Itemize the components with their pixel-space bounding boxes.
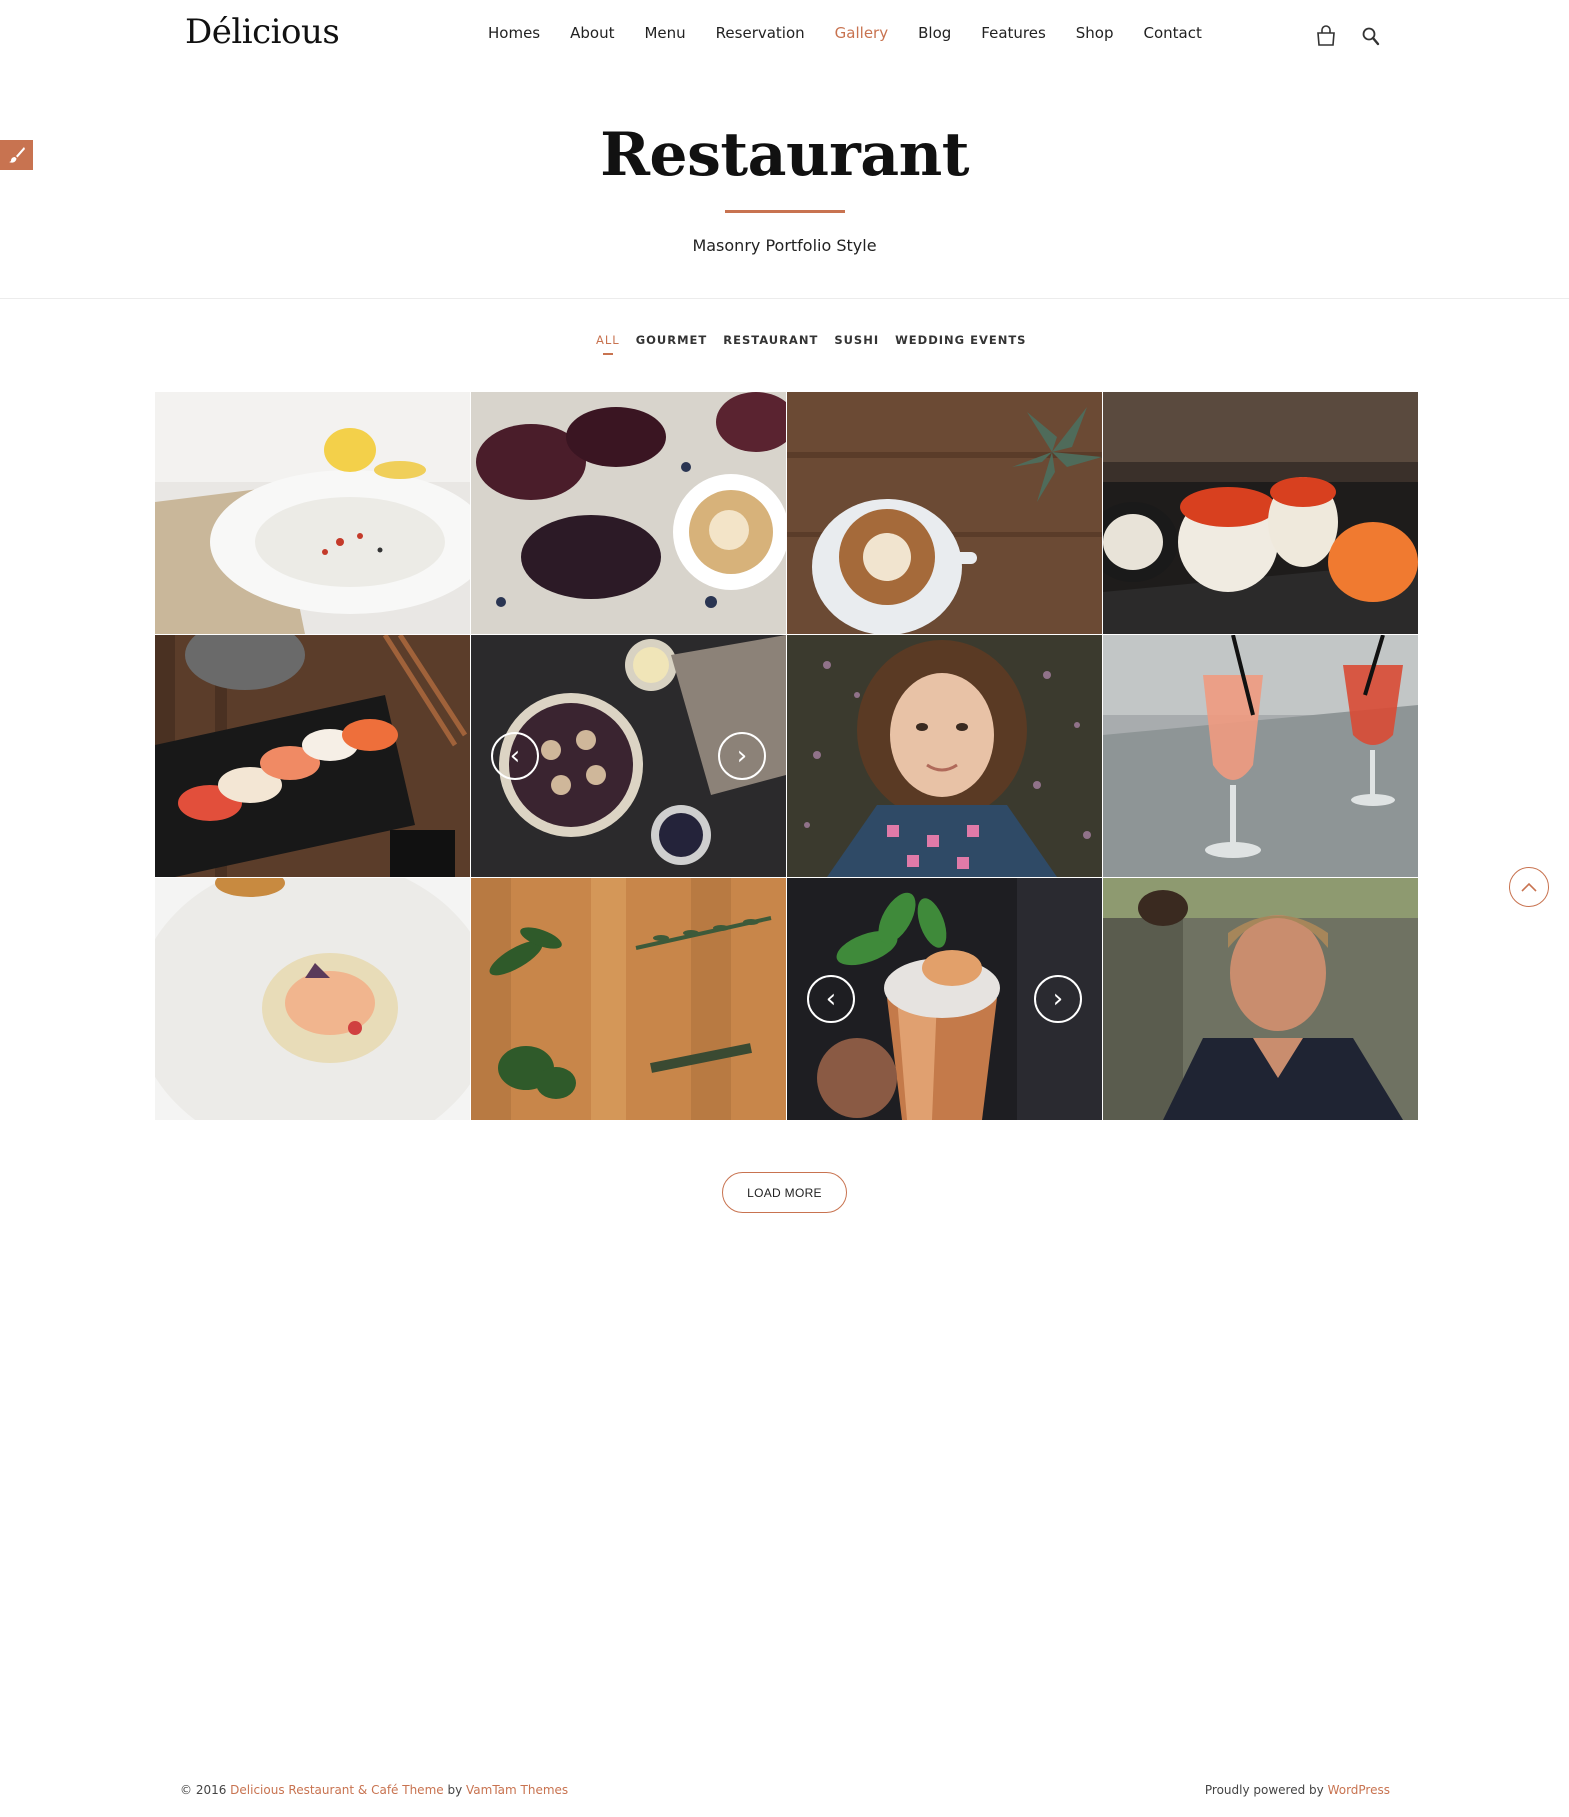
filter-all[interactable]: ALL	[596, 333, 620, 355]
gallery-item-girl-portrait[interactable]	[787, 635, 1102, 877]
gallery-item-latte-art[interactable]	[787, 392, 1102, 634]
chevron-up-icon	[1521, 882, 1537, 892]
filter-restaurant[interactable]: RESTAURANT	[723, 333, 818, 347]
gallery-item-fresh-herbs[interactable]	[471, 878, 786, 1120]
nav-item-menu[interactable]: Menu	[644, 24, 685, 42]
berry-toast-image	[471, 392, 786, 634]
portfolio-filters: ALL GOURMET RESTAURANT SUSHI WEDDING EVE…	[596, 333, 1042, 355]
cart-button[interactable]	[1312, 22, 1340, 50]
gallery-item-blueberry-tart[interactable]: ‹ ›	[471, 635, 786, 877]
section-divider	[0, 298, 1569, 299]
nav-item-gallery[interactable]: Gallery	[835, 24, 888, 42]
gallery-item-nigiri-board[interactable]	[155, 635, 470, 877]
site-header: Délicious Homes About Menu Reservation G…	[0, 0, 1569, 72]
nav-item-homes[interactable]: Homes	[488, 24, 540, 42]
nigiri-board-image	[155, 635, 470, 877]
shrimp-plate-image	[155, 878, 470, 1120]
gallery-item-mint-julep[interactable]: ‹ ›	[787, 878, 1102, 1120]
nav-item-blog[interactable]: Blog	[918, 24, 951, 42]
gallery-item-chef-portrait[interactable]	[1103, 878, 1418, 1120]
slider-next-button[interactable]: ›	[718, 732, 766, 780]
gallery-item-berry-toast[interactable]	[471, 392, 786, 634]
portfolio-gallery: ‹ › ‹ ›	[155, 392, 1418, 1120]
soup-bowl-image	[155, 392, 470, 634]
page-subtitle: Masonry Portfolio Style	[692, 236, 877, 255]
girl-portrait-image	[787, 635, 1102, 877]
nav-item-reservation[interactable]: Reservation	[716, 24, 805, 42]
copyright-text: © 2016	[180, 1783, 231, 1797]
gallery-item-cocktail-glasses[interactable]	[1103, 635, 1418, 877]
gallery-item-shrimp-plate[interactable]	[155, 878, 470, 1120]
fresh-herbs-image	[471, 878, 786, 1120]
site-logo[interactable]: Délicious	[185, 12, 340, 52]
load-more-button[interactable]: LOAD MORE	[722, 1172, 847, 1213]
gallery-item-sushi-rolls[interactable]	[1103, 392, 1418, 634]
nav-item-shop[interactable]: Shop	[1076, 24, 1114, 42]
chef-portrait-image	[1103, 878, 1418, 1120]
cocktail-glasses-image	[1103, 635, 1418, 877]
footer-powered-by: Proudly powered by WordPress	[1205, 1783, 1390, 1797]
title-divider	[725, 210, 845, 213]
filter-gourmet[interactable]: GOURMET	[636, 333, 708, 347]
theme-link[interactable]: Delicious Restaurant & Café Theme	[230, 1783, 443, 1797]
nav-item-about[interactable]: About	[570, 24, 614, 42]
wordpress-link[interactable]: WordPress	[1328, 1783, 1390, 1797]
slider-next-button[interactable]: ›	[1034, 975, 1082, 1023]
gallery-item-soup-bowl[interactable]	[155, 392, 470, 634]
nav-item-features[interactable]: Features	[981, 24, 1046, 42]
footer-copyright: © 2016 Delicious Restaurant & Café Theme…	[180, 1783, 568, 1797]
page-title: Restaurant	[600, 120, 969, 190]
by-text: by	[443, 1783, 466, 1797]
author-link[interactable]: VamTam Themes	[466, 1783, 568, 1797]
slider-prev-button[interactable]: ‹	[491, 732, 539, 780]
powered-by-text: Proudly powered by	[1204, 1783, 1328, 1797]
back-to-top-button[interactable]	[1509, 867, 1549, 907]
search-button[interactable]	[1357, 22, 1385, 50]
slider-prev-button[interactable]: ‹	[807, 975, 855, 1023]
sushi-rolls-image	[1103, 392, 1418, 634]
search-icon	[1362, 27, 1380, 46]
filter-wedding-events[interactable]: WEDDING EVENTS	[895, 333, 1026, 347]
latte-art-image	[787, 392, 1102, 634]
filter-sushi[interactable]: SUSHI	[834, 333, 879, 347]
shopping-bag-icon	[1317, 25, 1335, 46]
nav-item-contact[interactable]: Contact	[1144, 24, 1202, 42]
main-nav: Homes About Menu Reservation Gallery Blo…	[488, 24, 1232, 42]
